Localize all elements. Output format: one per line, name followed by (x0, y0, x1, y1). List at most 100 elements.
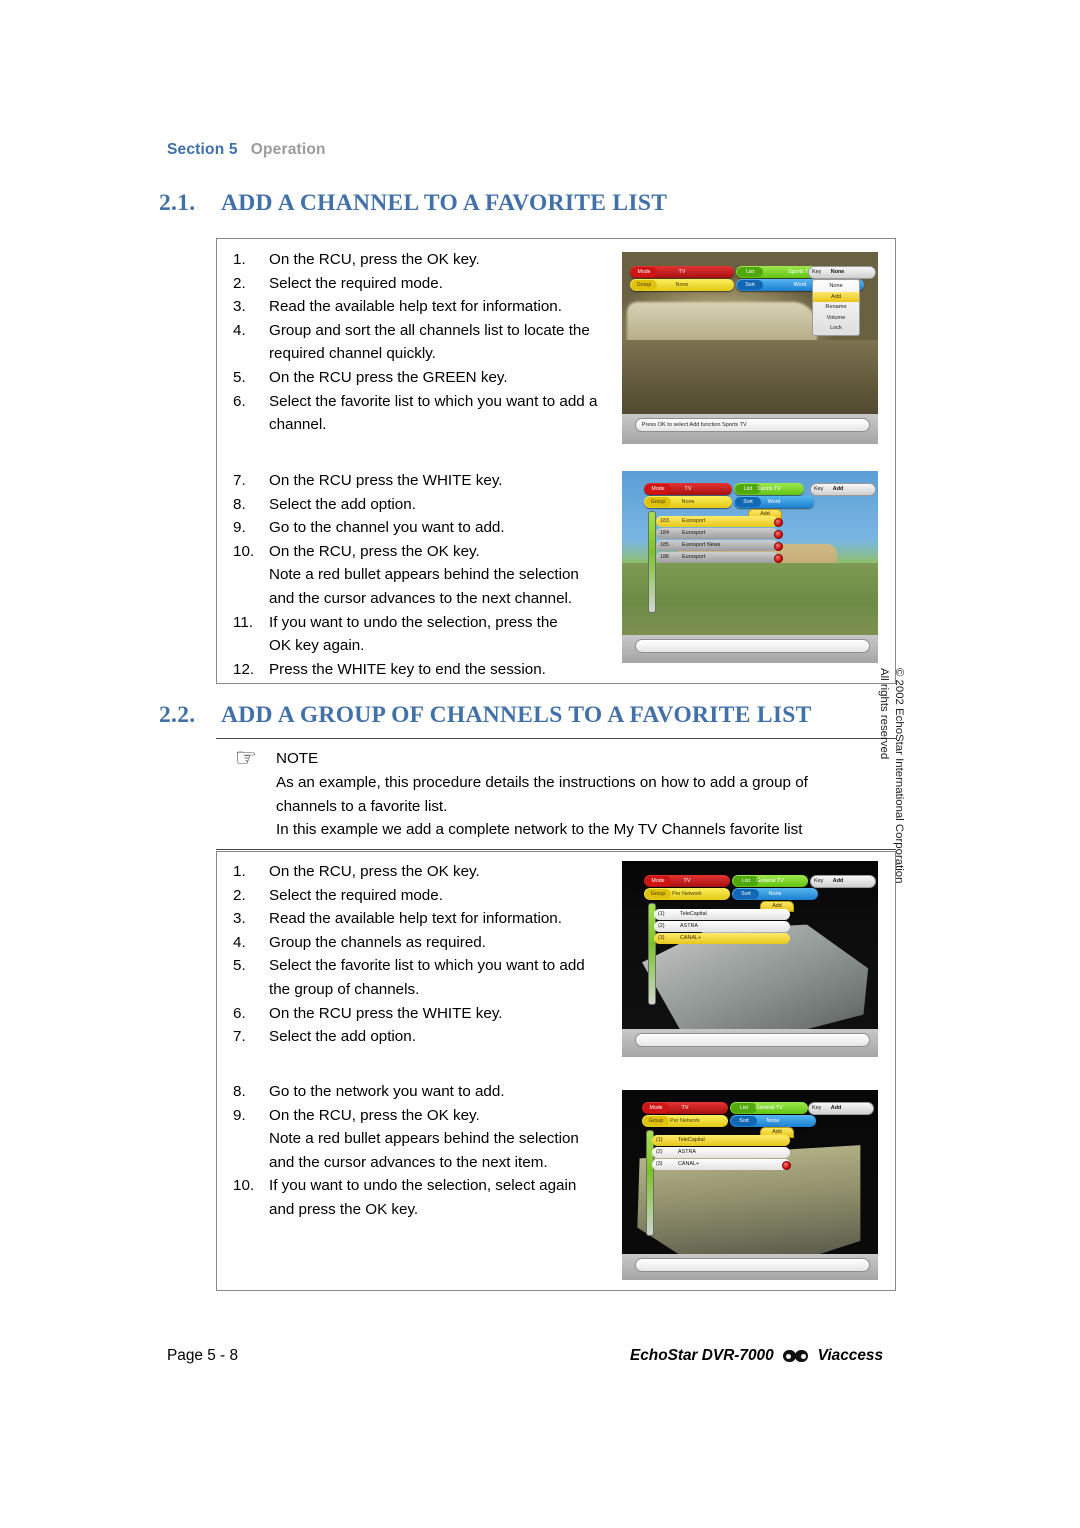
network-name: CANAL+ (680, 935, 702, 941)
table-row[interactable]: (2) ASTRA (652, 1147, 790, 1158)
osd-bar-sort[interactable]: Sort None (730, 1115, 816, 1127)
network-index: (2) (658, 923, 665, 929)
step-text: On the RCU press the WHITE key. (269, 1004, 503, 1022)
osd-bar-sort[interactable]: Sort Word (734, 496, 814, 508)
menu-item-rename[interactable]: Rename (813, 302, 859, 313)
menu-item-add[interactable]: Add (813, 291, 859, 302)
osd-bar-group[interactable]: Group Per Network (644, 888, 730, 900)
viaccess-logo-icon (782, 1350, 809, 1362)
list-item: 7. Select the add option. (233, 1025, 625, 1049)
screenshot-chassis: Mode TV List General TV Group Per Networ… (622, 861, 878, 1057)
step-number: 8. (233, 495, 246, 513)
osd-help-text (634, 1258, 871, 1272)
osd-scroll-gradient (648, 511, 656, 613)
running-head: Section 5 Operation (167, 141, 326, 159)
osd-bar-group-value: Per Network (672, 891, 702, 897)
osd-bar-sort-value: Word (767, 499, 781, 505)
step-text-cont: required channel quickly. (269, 345, 436, 363)
osd-bar-group-key: Group (643, 1116, 669, 1126)
osd-bar-sort-value: None (768, 891, 782, 897)
network-index: (1) (658, 911, 665, 917)
osd-bar-mode[interactable]: Mode TV (642, 1102, 728, 1114)
list-item: 8. Go to the network you want to add. (233, 1080, 625, 1104)
table-row[interactable]: 186 Eurosport (656, 552, 778, 563)
osd-bar-group[interactable]: Group None (630, 279, 734, 291)
osd-bar-list[interactable]: List Sports TV (734, 483, 804, 495)
osd-bar-list-value: General TV (755, 1105, 783, 1111)
footer-page-number: Page 5 - 8 (167, 1347, 239, 1364)
running-head-section: Section 5 (167, 141, 238, 158)
step-text: If you want to undo the selection, press… (269, 611, 625, 658)
channel-name: Eurosport (682, 554, 706, 560)
osd-overlay-2: Mode TV List Sports TV Group None Sort W… (622, 471, 878, 663)
osd-bar-group[interactable]: Group None (644, 496, 732, 508)
table-row[interactable]: 183 Eurosport (656, 516, 778, 527)
menu-item-volume[interactable]: Volume (813, 313, 859, 324)
step-number: 6. (233, 392, 246, 410)
osd-help-text: Press OK to select Add function Sports T… (634, 418, 871, 432)
osd-key-pill[interactable]: Key Add (810, 875, 876, 888)
osd-bar-group[interactable]: Group Per Network (642, 1115, 728, 1127)
step-text: Select the favorite list to which you wa… (269, 390, 625, 437)
osd-bar-mode[interactable]: Mode TV (630, 266, 734, 278)
osd-bar-group-key: Group (645, 889, 671, 899)
step-text: Select the required mode. (269, 274, 443, 292)
menu-item-lock[interactable]: Lock (813, 323, 859, 334)
osd-bar-list-key: List (733, 876, 759, 886)
table-row[interactable]: (2) ASTRA (654, 921, 790, 932)
network-name: TeleCapital (678, 1137, 705, 1143)
list-item: 2. Select the required mode. (233, 884, 625, 908)
table-row[interactable]: (3) CANAL+ (652, 1159, 790, 1170)
network-name: CANAL+ (678, 1161, 700, 1167)
step-text: Read the available help text for informa… (269, 910, 562, 928)
step-text: Select the favorite list to which you wa… (269, 954, 625, 1001)
osd-key-pill[interactable]: Key None (808, 266, 876, 279)
running-head-section-name: Operation (250, 141, 326, 158)
step-number: 3. (233, 910, 246, 928)
osd-bar-sort-value: Word (793, 282, 807, 288)
osd-bar-mode-key: Mode (645, 876, 671, 886)
osd-help-bar (622, 1029, 878, 1057)
list-item: 10. If you want to undo the selection, se… (233, 1174, 625, 1221)
list-item: 9. On the RCU, press the OK key. Note a re… (233, 1104, 625, 1175)
table-row[interactable]: 185 Eurosport News (656, 540, 778, 551)
osd-bar-group-key: Group (645, 497, 671, 507)
osd-bar-mode[interactable]: Mode TV (644, 875, 730, 887)
osd-bar-list[interactable]: List General TV (732, 875, 808, 887)
osd-bar-mode-value: TV (678, 269, 686, 275)
heading-2-2: 2.2. ADD A GROUP OF CHANNELS TO A FAVORIT… (159, 702, 812, 729)
table-row[interactable]: (3) CANAL+ (654, 933, 790, 944)
menu-item-none[interactable]: None (813, 281, 859, 292)
osd-key-pill[interactable]: Key Add (810, 483, 876, 496)
osd-help-text (634, 639, 871, 653)
note-line-1: As an example, this procedure details th… (276, 774, 808, 792)
step-number: 12. (233, 660, 255, 678)
osd-dropdown-menu[interactable]: None Add Rename Volume Lock (812, 279, 860, 336)
list-item: 8. Select the add option. (233, 493, 625, 517)
step-number: 9. (233, 1106, 246, 1124)
footer-brand-name: Viaccess (817, 1347, 883, 1364)
osd-bar-list[interactable]: List General TV (730, 1102, 808, 1114)
step-number: 4. (233, 321, 246, 339)
step-number: 7. (233, 472, 246, 489)
step-number: 4. (233, 933, 246, 951)
heading-2-1-number: 2.1. (159, 190, 196, 216)
heading-2-2-text: ADD A GROUP OF CHANNELS TO A FAVORITE LI… (221, 702, 812, 728)
osd-bar-list-key: List (731, 1103, 757, 1113)
table-row[interactable]: (1) TeleCapital (654, 909, 790, 920)
step-text-line: If you want to undo the selection, press… (269, 613, 558, 631)
network-index: (2) (656, 1149, 663, 1155)
osd-bar-sort[interactable]: Sort None (732, 888, 818, 900)
osd-bar-mode[interactable]: Mode TV (644, 483, 732, 495)
osd-bar-list-value: General TV (756, 878, 784, 884)
note-line-3: In this example we add a complete networ… (276, 820, 803, 838)
osd-key-pill[interactable]: Key Add (808, 1102, 874, 1115)
step-list-1: 1. On the RCU, press the OK key. 2. Select… (233, 248, 625, 437)
table-row[interactable]: (1) TeleCapital (652, 1135, 790, 1146)
table-row[interactable]: 184 Eurosport (656, 528, 778, 539)
channel-name: Eurosport (682, 518, 706, 524)
footer-product-name: EchoStar DVR-7000 (629, 1347, 774, 1364)
network-name: ASTRA (678, 1149, 696, 1155)
channel-name: Eurosport News (682, 542, 721, 548)
list-item: 6. On the RCU press the WHITE key. (233, 1002, 625, 1026)
